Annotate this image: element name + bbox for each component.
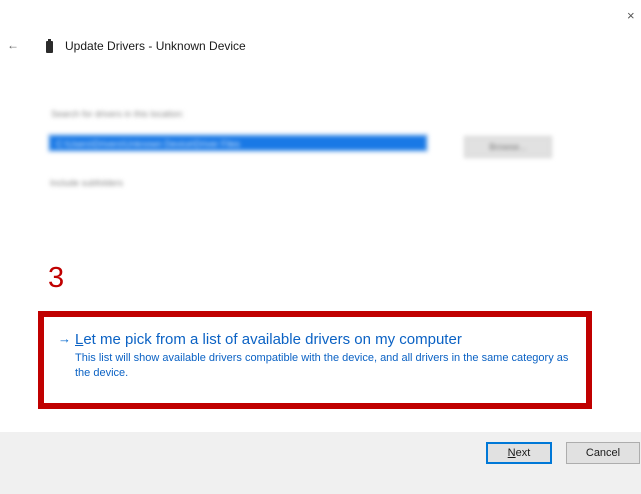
close-icon[interactable]: ×	[627, 9, 641, 23]
search-path-input[interactable]: C:\Users\Drivers\Unknown Device\Driver F…	[48, 134, 428, 152]
search-path-value: C:\Users\Drivers\Unknown Device\Driver F…	[56, 139, 241, 149]
blurred-search-section: Search for drivers in this location: C:\…	[40, 104, 570, 204]
next-button[interactable]: Next	[486, 442, 552, 464]
next-mnemonic: N	[507, 447, 516, 459]
option-title-text: et me pick from a list of available driv…	[83, 331, 462, 348]
step-number-label: 3	[48, 262, 65, 294]
search-location-label: Search for drivers in this location:	[51, 109, 185, 119]
device-icon	[46, 39, 53, 53]
option-description: This list will show available drivers co…	[75, 352, 569, 379]
next-label: ext	[515, 447, 531, 459]
pick-from-list-link[interactable]: Let me pick from a list of available dri…	[75, 331, 462, 348]
browse-button[interactable]: Browse...	[464, 136, 552, 158]
cancel-button[interactable]: Cancel	[566, 442, 640, 464]
arrow-right-icon: →	[58, 331, 71, 346]
include-subfolders-checkbox[interactable]: Include subfolders	[50, 178, 123, 188]
window-title: Update Drivers - Unknown Device	[65, 39, 246, 53]
back-arrow-icon[interactable]: ←	[7, 38, 19, 52]
